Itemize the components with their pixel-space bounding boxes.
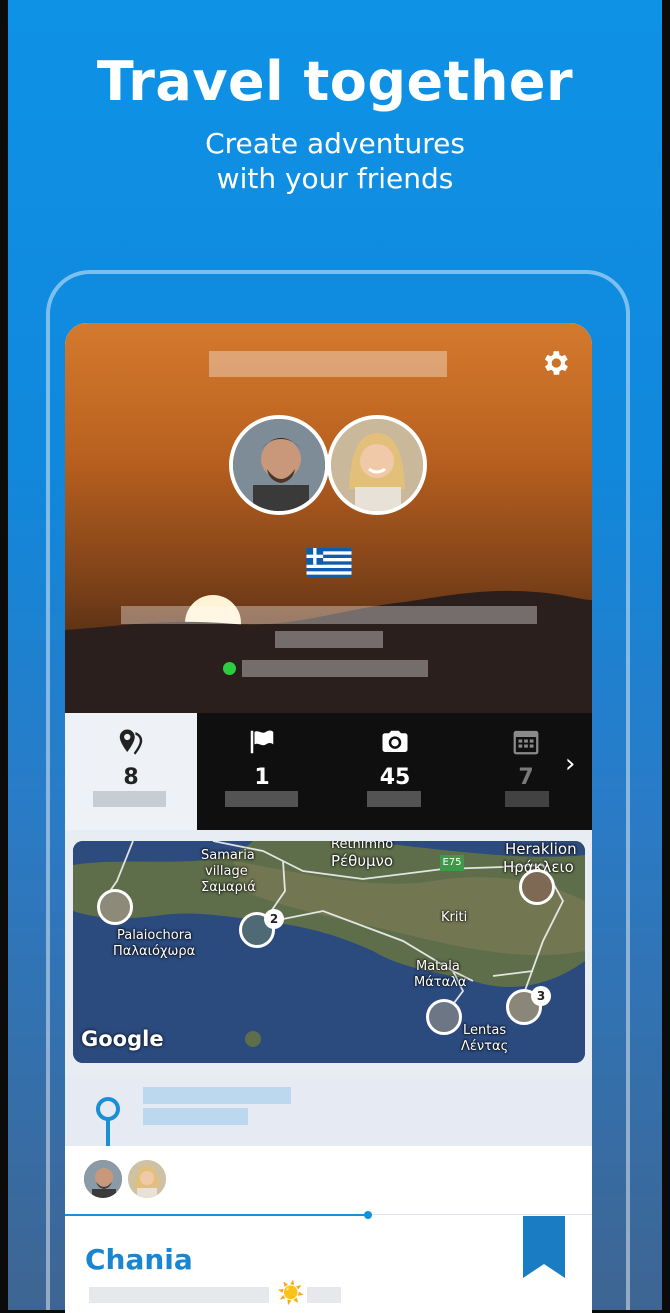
stat-tab-locations[interactable]: 8	[65, 713, 197, 830]
flag-icon	[250, 730, 274, 754]
participants-row	[65, 1146, 592, 1216]
promo-subtitle: Create adventures with your friends	[8, 126, 662, 196]
online-status-dot	[223, 662, 236, 675]
map-label-heraklion: Heraklion	[505, 841, 577, 858]
map-photo-pin[interactable]	[519, 869, 555, 905]
stat-label-placeholder	[93, 791, 166, 807]
chevron-right-icon[interactable]: ›	[565, 749, 575, 779]
stats-bar: 8 1 45 7 ›	[65, 713, 592, 830]
gear-icon[interactable]	[539, 347, 571, 379]
map-label-lentas: Lentas Λέντας	[461, 1023, 509, 1054]
trip-header	[65, 323, 592, 713]
map-label-matala: Matala Μάταλα	[414, 959, 467, 990]
stat-label-placeholder	[367, 791, 421, 807]
bookmark-icon[interactable]	[523, 1216, 565, 1278]
trip-description-placeholder	[121, 606, 537, 624]
trip-dates-placeholder	[275, 631, 383, 648]
country-flag	[306, 548, 352, 582]
participant-avatar-woman[interactable]	[126, 1158, 168, 1200]
stat-value-countries: 1	[254, 765, 270, 790]
status-text-placeholder	[242, 660, 428, 677]
stat-label-placeholder	[225, 791, 298, 807]
participant-photo	[84, 1160, 122, 1198]
stat-label-placeholder	[505, 791, 549, 807]
map-label-rethimno-gr: Ρέθυμνο	[331, 852, 394, 870]
road-label: E75	[440, 855, 464, 871]
stat-tab-countries[interactable]: 1	[197, 713, 327, 830]
calendar-icon	[513, 730, 539, 755]
camera-icon	[382, 730, 408, 752]
map-section: E75 Rethimno Ρέθυμνο Heraklion Ηράκλειο …	[65, 830, 592, 1076]
promo-title: Travel together	[96, 50, 574, 113]
weather-placeholder-left	[89, 1287, 269, 1303]
sun-icon: ☀️	[277, 1281, 305, 1306]
weather-placeholder-right	[307, 1287, 341, 1303]
greece-flag-icon	[306, 548, 352, 578]
map-photo-pin[interactable]	[426, 999, 462, 1035]
location-pins-icon	[119, 729, 143, 755]
pin-count-badge: 3	[531, 986, 551, 1006]
stat-value-photos: 45	[379, 765, 411, 790]
promo-subtitle-line1: Create adventures	[205, 127, 465, 160]
google-attribution: Google	[81, 1027, 164, 1051]
participant-avatar-man[interactable]	[82, 1158, 124, 1200]
city-name: Chania	[85, 1243, 193, 1276]
promo-subtitle-line2: with your friends	[216, 162, 454, 195]
map-label-palaiochora: Palaiochora Παλαιόχωρα	[113, 928, 196, 959]
timeline-pin-icon	[96, 1097, 120, 1146]
trip-progress-track	[369, 1214, 592, 1215]
timeline-section	[65, 1076, 592, 1146]
timeline-subtitle-placeholder	[143, 1108, 248, 1125]
map-label-samaria: Samaria village Σαμαριά	[201, 848, 256, 895]
avatar-man-photo	[233, 419, 325, 511]
participant-photo	[128, 1160, 166, 1198]
map-photo-pin[interactable]	[97, 889, 133, 925]
trip-title-placeholder	[209, 351, 447, 377]
trip-map[interactable]: E75 Rethimno Ρέθυμνο Heraklion Ηράκλειο …	[73, 841, 585, 1063]
avatar-man[interactable]	[229, 415, 329, 515]
avatar-woman[interactable]	[327, 415, 427, 515]
trip-progress-marker	[364, 1211, 372, 1219]
trip-progress-line	[65, 1214, 369, 1216]
map-label-kriti: Kriti	[441, 910, 468, 925]
stat-value-locations: 8	[123, 765, 139, 790]
stat-tab-photos[interactable]: 45	[327, 713, 463, 830]
app-screen: 8 1 45 7 › E75 Rethimno Ρέθυμνο Heraklio…	[65, 323, 592, 1313]
avatar-woman-photo	[331, 419, 423, 511]
timeline-title-placeholder	[143, 1087, 291, 1104]
pin-count-badge: 2	[264, 909, 284, 929]
